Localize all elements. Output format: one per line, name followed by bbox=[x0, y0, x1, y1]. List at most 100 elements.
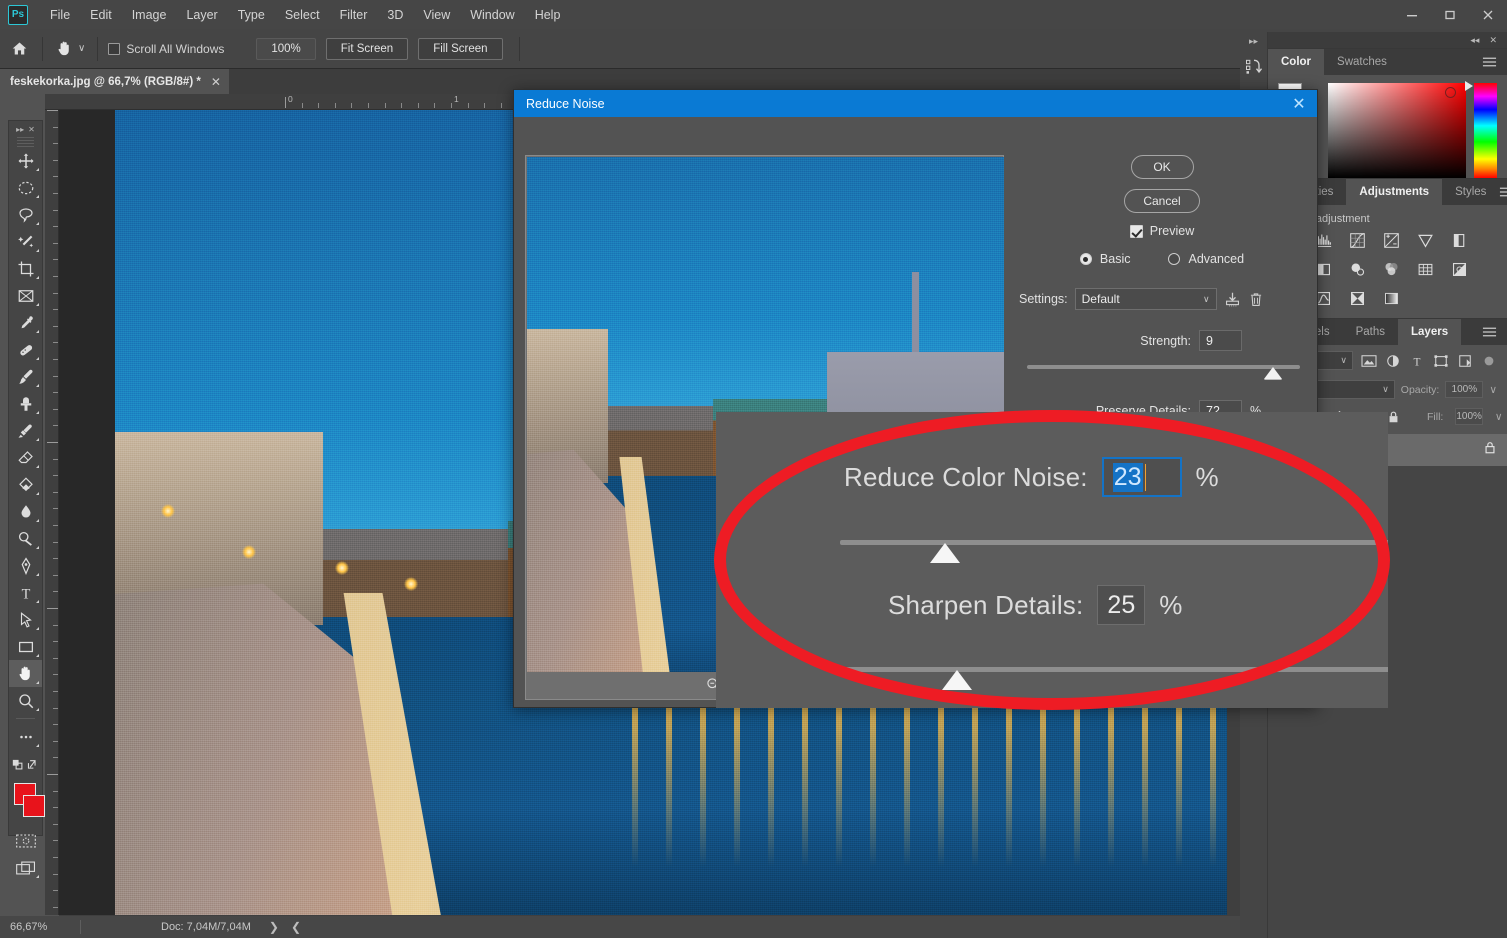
invert-icon[interactable] bbox=[1448, 260, 1470, 279]
tool-dodge[interactable] bbox=[9, 525, 42, 552]
menu-view[interactable]: View bbox=[413, 4, 460, 26]
quick-mask-button[interactable] bbox=[9, 827, 42, 854]
menu-type[interactable]: Type bbox=[228, 4, 275, 26]
tool-crop[interactable] bbox=[9, 255, 42, 282]
menu-image[interactable]: Image bbox=[122, 4, 177, 26]
ok-button[interactable]: OK bbox=[1130, 155, 1194, 179]
tool-zoom[interactable] bbox=[9, 687, 42, 714]
hue-slider[interactable] bbox=[1465, 81, 1497, 178]
color-swatches[interactable] bbox=[9, 781, 45, 827]
tool-pen[interactable] bbox=[9, 552, 42, 579]
smart-object-filter-icon[interactable] bbox=[1457, 354, 1473, 368]
maximize-button[interactable] bbox=[1431, 0, 1469, 29]
scroll-all-windows-checkbox[interactable]: Scroll All Windows bbox=[108, 42, 224, 56]
color-lookup-icon[interactable] bbox=[1414, 260, 1436, 279]
tab-styles[interactable]: Styles bbox=[1442, 179, 1500, 205]
exposure-icon[interactable] bbox=[1380, 231, 1402, 250]
expand-dock-icon[interactable]: ▸▸ bbox=[1240, 32, 1267, 50]
tool-rectangle[interactable] bbox=[9, 633, 42, 660]
minimize-button[interactable] bbox=[1393, 0, 1431, 29]
reduce-color-noise-track-large[interactable] bbox=[840, 540, 1388, 545]
tool-move[interactable] bbox=[9, 147, 42, 174]
menu-3d[interactable]: 3D bbox=[377, 4, 413, 26]
libraries-history-icon[interactable] bbox=[1240, 50, 1267, 84]
tool-magic-wand[interactable] bbox=[9, 228, 42, 255]
strength-slider[interactable] bbox=[1027, 362, 1300, 380]
active-tool-indicator[interactable]: ∨ bbox=[47, 39, 93, 58]
opacity-value[interactable]: 100% bbox=[1445, 381, 1484, 398]
menu-layer[interactable]: Layer bbox=[176, 4, 227, 26]
color-field[interactable] bbox=[1327, 83, 1467, 178]
sharpen-details-thumb-large[interactable] bbox=[942, 670, 972, 690]
channel-mixer-icon[interactable] bbox=[1380, 260, 1402, 279]
tool-lasso[interactable] bbox=[9, 201, 42, 228]
status-zoom-level[interactable]: 66,67% bbox=[0, 921, 80, 933]
close-icon[interactable]: ✕ bbox=[211, 75, 221, 89]
tool-gradient[interactable] bbox=[9, 471, 42, 498]
photo-filter-icon[interactable] bbox=[1346, 260, 1368, 279]
tool-hand[interactable] bbox=[9, 660, 42, 687]
reduce-color-noise-input-large[interactable]: 23 bbox=[1101, 457, 1182, 497]
fill-chevron-down-icon[interactable]: ∨ bbox=[1495, 411, 1503, 423]
ruler-vertical[interactable] bbox=[45, 110, 59, 915]
screen-mode-button[interactable] bbox=[9, 854, 42, 881]
tool-clone-stamp[interactable] bbox=[9, 390, 42, 417]
hue-saturation-icon[interactable] bbox=[1448, 231, 1470, 250]
tool-chevron-down-icon[interactable]: ∨ bbox=[78, 43, 85, 54]
vibrance-icon[interactable] bbox=[1414, 231, 1436, 250]
tab-layers[interactable]: Layers bbox=[1398, 319, 1462, 345]
sharpen-details-track-large[interactable] bbox=[840, 667, 1388, 672]
collapse-dock-icon[interactable]: ◂◂ bbox=[1470, 35, 1479, 46]
slider-thumb[interactable] bbox=[1263, 367, 1282, 379]
tool-path-selection[interactable] bbox=[9, 606, 42, 633]
tab-adjustments[interactable]: Adjustments bbox=[1346, 179, 1443, 205]
settings-select[interactable]: Default ∨ bbox=[1074, 288, 1217, 310]
trash-icon[interactable] bbox=[1248, 291, 1264, 308]
close-icon[interactable]: ✕ bbox=[1281, 90, 1317, 117]
zoom-100-button[interactable]: 100% bbox=[256, 37, 316, 60]
home-icon[interactable] bbox=[0, 40, 38, 57]
tab-paths[interactable]: Paths bbox=[1342, 319, 1399, 345]
default-colors-swap-row[interactable] bbox=[9, 750, 42, 777]
menu-select[interactable]: Select bbox=[275, 4, 330, 26]
opacity-chevron-down-icon[interactable]: ∨ bbox=[1489, 384, 1497, 396]
shape-filter-icon[interactable] bbox=[1433, 354, 1449, 368]
panel-menu-icon[interactable] bbox=[1499, 179, 1507, 205]
status-collapse-icon[interactable]: ❮ bbox=[291, 920, 301, 934]
fill-value[interactable]: 100% bbox=[1455, 408, 1483, 425]
fit-screen-button[interactable]: Fit Screen bbox=[325, 37, 409, 60]
filter-toggle-icon[interactable] bbox=[1481, 354, 1497, 368]
tool-brush[interactable] bbox=[9, 363, 42, 390]
tool-marquee[interactable] bbox=[9, 174, 42, 201]
close-button[interactable] bbox=[1469, 0, 1507, 29]
preview-checkbox[interactable]: Preview bbox=[1014, 224, 1310, 238]
tool-frame[interactable] bbox=[9, 282, 42, 309]
reduce-color-noise-thumb-large[interactable] bbox=[930, 543, 960, 563]
adjustment-filter-icon[interactable] bbox=[1385, 354, 1401, 368]
advanced-radio[interactable]: Advanced bbox=[1168, 252, 1244, 266]
tool-eyedropper[interactable] bbox=[9, 309, 42, 336]
close-dock-icon[interactable]: ✕ bbox=[1489, 35, 1497, 46]
save-settings-icon[interactable] bbox=[1224, 291, 1241, 308]
tool-eraser[interactable] bbox=[9, 444, 42, 471]
tool-history-brush[interactable] bbox=[9, 417, 42, 444]
close-icon[interactable]: ✕ bbox=[28, 125, 35, 134]
sharpen-details-input-large[interactable]: 25 bbox=[1097, 585, 1146, 625]
panel-menu-icon[interactable] bbox=[1482, 319, 1507, 345]
cancel-button[interactable]: Cancel bbox=[1124, 189, 1200, 213]
tool-healing-brush[interactable] bbox=[9, 336, 42, 363]
tab-swatches[interactable]: Swatches bbox=[1324, 49, 1400, 75]
tool-blur[interactable] bbox=[9, 498, 42, 525]
type-filter-icon[interactable]: T bbox=[1409, 354, 1425, 368]
background-color-swatch[interactable] bbox=[23, 795, 45, 817]
menu-window[interactable]: Window bbox=[460, 4, 524, 26]
curves-icon[interactable] bbox=[1346, 231, 1368, 250]
status-expand-icon[interactable]: ❯ bbox=[269, 920, 279, 934]
pixel-filter-icon[interactable] bbox=[1361, 354, 1377, 368]
lock-icon[interactable] bbox=[1483, 440, 1497, 460]
basic-radio[interactable]: Basic bbox=[1079, 252, 1130, 266]
more-tools-button[interactable] bbox=[9, 723, 42, 750]
tools-panel-grip[interactable] bbox=[17, 137, 34, 147]
tab-color[interactable]: Color bbox=[1268, 49, 1325, 75]
strength-input[interactable]: 9 bbox=[1199, 330, 1242, 351]
